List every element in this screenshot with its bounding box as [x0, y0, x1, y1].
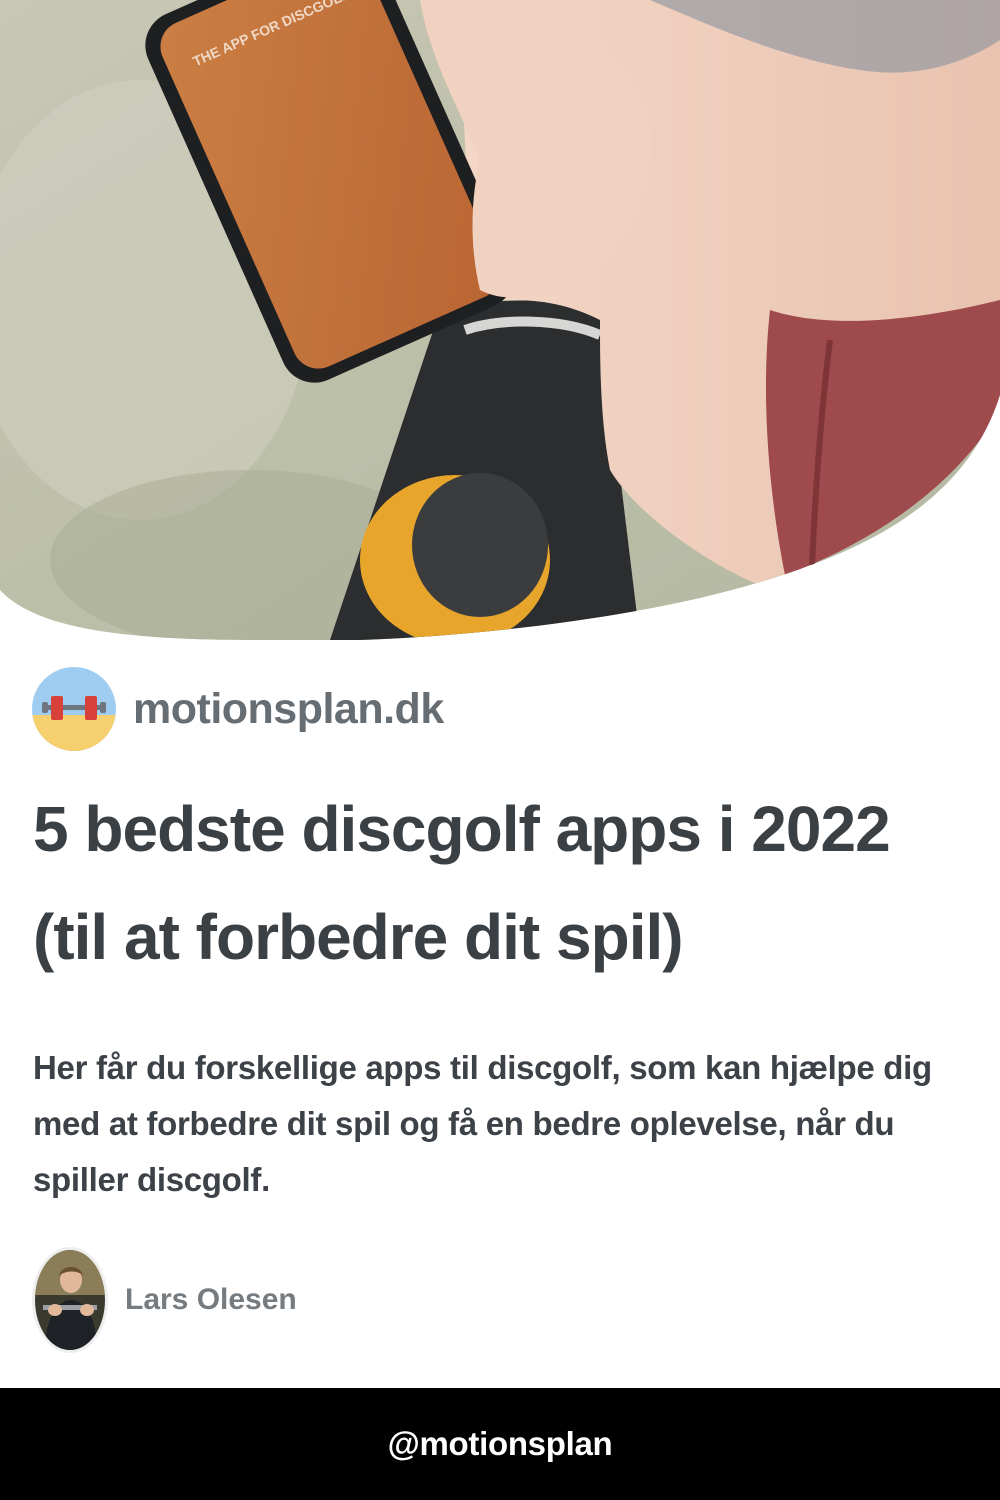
article-description: Her får du forskellige apps til discgolf… [33, 1049, 932, 1198]
site-logo-icon [32, 667, 116, 751]
site-branding[interactable]: motionsplan.dk [32, 667, 444, 751]
hero-image: THE APP FOR DISCGOLF [0, 0, 1000, 640]
site-name[interactable]: motionsplan.dk [133, 685, 444, 734]
author-avatar [35, 1250, 105, 1350]
author-byline[interactable]: Lars Olesen [35, 1250, 297, 1350]
article-title[interactable]: 5 bedste discgolf apps i 2022 (til at fo… [33, 775, 973, 991]
footer-bar: @motionsplan [0, 1388, 1000, 1500]
social-handle[interactable]: @motionsplan [388, 1425, 613, 1463]
author-name[interactable]: Lars Olesen [125, 1283, 297, 1317]
